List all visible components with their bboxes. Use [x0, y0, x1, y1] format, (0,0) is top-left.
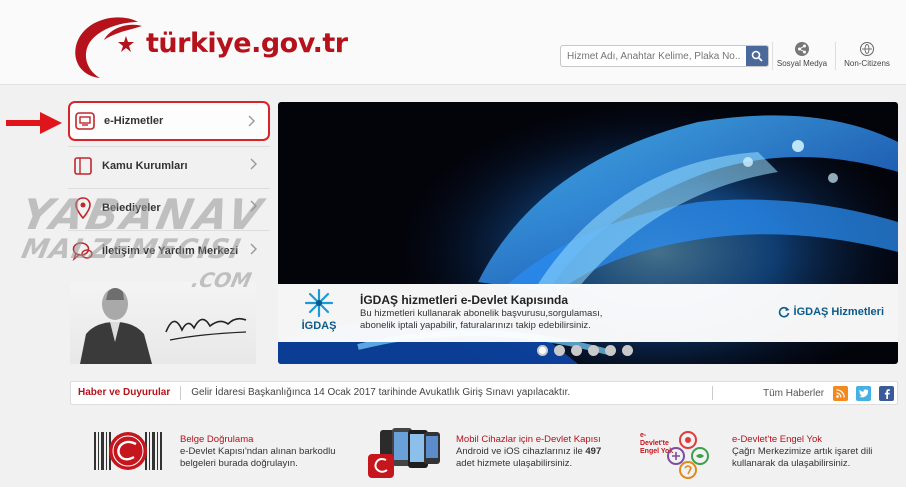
non-citizens-link[interactable]: Non-Citizens	[837, 42, 897, 68]
banner-caption: İGDAŞ İGDAŞ hizmetleri e-Devlet Kapısınd…	[278, 284, 898, 342]
chevron-right-icon	[250, 158, 258, 173]
search-input[interactable]	[561, 46, 746, 66]
banner-title: İGDAŞ hizmetleri e-Devlet Kapısında	[360, 293, 569, 307]
sidebar-item-e-hizmetler[interactable]: e-Hizmetler	[68, 101, 270, 141]
feature-title: Mobil Cihazlar için e-Devlet Kapısı	[456, 434, 601, 445]
crescent-star-icon	[70, 14, 156, 80]
site-logo[interactable]: türkiye.gov.tr	[70, 14, 348, 80]
search-button[interactable]	[746, 46, 768, 66]
social-media-link[interactable]: Sosyal Medya	[772, 42, 832, 68]
igdas-services-link[interactable]: İGDAŞ Hizmetleri	[778, 306, 884, 318]
igdas-flower-icon	[304, 288, 334, 318]
igdas-logo-name: İGDAŞ	[301, 320, 337, 332]
slide-dot[interactable]	[605, 345, 616, 356]
slide-dot[interactable]	[622, 345, 633, 356]
monitor-icon	[74, 110, 96, 132]
igdas-logo: İGDAŞ	[292, 288, 346, 340]
red-arrow-icon	[6, 112, 62, 139]
sidebar-item-label: İletişim ve Yardım Merkezi	[102, 245, 239, 257]
news-ticker-text[interactable]: Gelir İdaresi Başkanlığınca 14 Ocak 2017…	[181, 386, 714, 400]
feature-mobil-cihazlar[interactable]: Mobil Cihazlar için e-Devlet Kapısı Andr…	[366, 424, 636, 480]
non-citizens-label: Non-Citizens	[844, 59, 890, 68]
feature-desc: belgeleri burada doğrulayın.	[180, 458, 298, 469]
feature-title: e-Devlet'te Engel Yok	[732, 434, 823, 445]
feature-desc: e-Devlet Kapısı'ndan alınan barkodlu	[180, 446, 336, 457]
map-pin-icon	[72, 197, 94, 219]
news-bar: Haber ve Duyurular Gelir İdaresi Başkanl…	[70, 381, 898, 405]
sidebar-item-label: Kamu Kurumları	[102, 160, 188, 172]
sidebar-item-belediyeler[interactable]: Belediyeler	[68, 188, 270, 228]
feature-desc: Android ve iOS cihazlarınız ile 497	[456, 446, 601, 458]
search-box	[560, 45, 769, 67]
ataturk-portrait-image	[70, 282, 256, 364]
slide-indicators	[537, 345, 633, 356]
twitter-icon[interactable]	[856, 386, 871, 401]
share-icon	[795, 42, 809, 56]
sidebar-item-label: e-Hizmetler	[104, 115, 164, 127]
feature-desc: adet hizmete ulaşabilirsiniz.	[456, 458, 573, 469]
site-header: türkiye.gov.tr Sosyal Medya Non-Citizens	[0, 0, 906, 85]
news-label: Haber ve Duyurular	[71, 386, 182, 400]
feature-title: Belge Doğrulama	[180, 434, 254, 445]
slide-dot[interactable]	[554, 345, 565, 356]
header-divider	[835, 42, 836, 70]
search-icon	[751, 50, 763, 62]
facebook-icon[interactable]	[879, 386, 894, 401]
feature-desc: kullanarak da ulaşabilirsiniz.	[732, 458, 851, 469]
feature-service-count: 497	[585, 446, 602, 457]
hero-banner[interactable]: İGDAŞ İGDAŞ hizmetleri e-Devlet Kapısınd…	[278, 102, 898, 364]
chevron-right-icon	[248, 115, 256, 130]
slide-dot[interactable]	[588, 345, 599, 356]
logo-text: türkiye.gov.tr	[146, 27, 348, 59]
social-media-label: Sosyal Medya	[776, 59, 828, 68]
all-news-link[interactable]: Tüm Haberler	[763, 388, 824, 399]
mobile-devices-icon	[368, 428, 440, 478]
chevron-right-icon	[250, 200, 258, 215]
globe-icon	[860, 42, 874, 56]
feature-desc-text: Android ve iOS cihazlarınız ile	[456, 446, 583, 457]
feature-belge-dogrulama[interactable]: Belge Doğrulama e-Devlet Kapısı'ndan alı…	[90, 424, 350, 480]
barcode-verify-icon	[94, 432, 162, 470]
refresh-icon	[778, 306, 790, 318]
sidebar-item-kamu-kurumlari[interactable]: Kamu Kurumları	[68, 146, 270, 186]
sidebar-item-label: Belediyeler	[102, 202, 161, 214]
slide-dot[interactable]	[537, 345, 548, 356]
rss-icon[interactable]	[833, 386, 848, 401]
building-icon	[72, 155, 94, 177]
sidebar-item-iletisim[interactable]: İletişim ve Yardım Merkezi	[68, 231, 270, 271]
chevron-right-icon	[250, 243, 258, 258]
feature-engel-yok[interactable]: e-Devlet'te Engel Yok e-Devlet'te Engel …	[638, 424, 900, 480]
chat-icon	[72, 240, 94, 262]
banner-description: Bu hizmetleri kullanarak abonelik başvur…	[360, 308, 603, 331]
slide-dot[interactable]	[571, 345, 582, 356]
accessibility-icon	[667, 431, 709, 479]
feature-desc: Çağrı Merkezimize artık işaret dili	[732, 446, 873, 457]
igdas-services-label: İGDAŞ Hizmetleri	[793, 306, 884, 318]
